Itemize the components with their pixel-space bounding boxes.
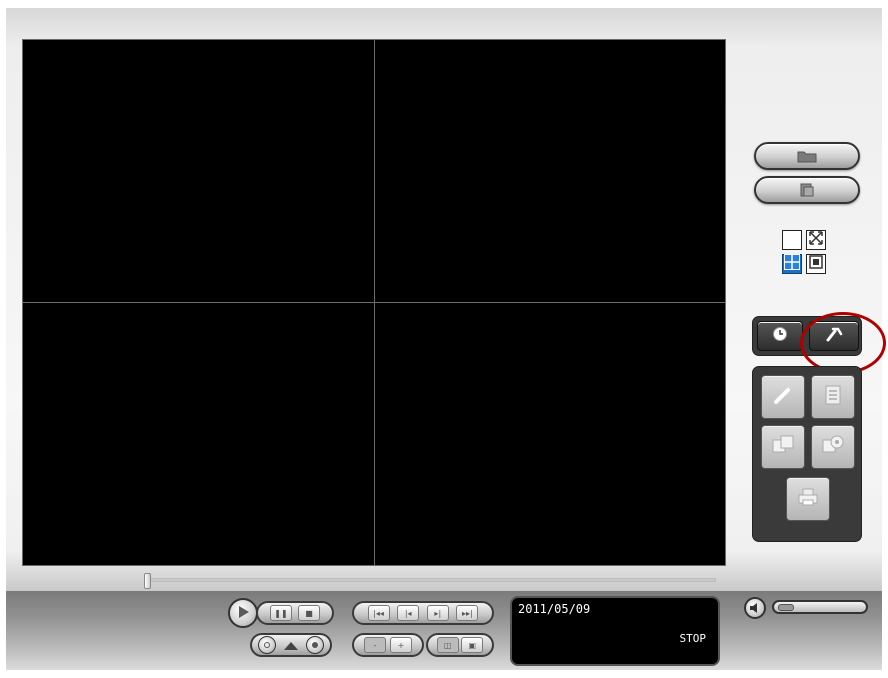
open-folder-button[interactable] — [754, 142, 860, 170]
single-view-button[interactable] — [782, 230, 802, 250]
video-grid — [22, 39, 726, 566]
prev-icon: |◂ — [404, 608, 412, 618]
pause-icon: ❚❚ — [274, 608, 288, 618]
video-cell-2[interactable] — [374, 40, 725, 303]
mute-button[interactable] — [744, 597, 766, 619]
grid-divider-horizontal — [23, 302, 725, 303]
disk-icon — [821, 434, 845, 460]
fast-button[interactable] — [306, 636, 324, 654]
fit-icon — [808, 254, 824, 274]
first-icon: |◂◂ — [373, 608, 384, 618]
print-button[interactable] — [786, 477, 830, 521]
slow-button[interactable] — [258, 636, 276, 654]
folder-icon — [797, 149, 817, 163]
pause-button[interactable]: ❚❚ — [270, 605, 292, 621]
stop-button[interactable]: ■ — [298, 605, 320, 621]
list-button[interactable] — [811, 375, 855, 419]
volume-thumb[interactable] — [778, 604, 794, 611]
seek-track[interactable] — [146, 578, 716, 582]
status-state: STOP — [679, 632, 707, 645]
quad-view-button[interactable] — [782, 254, 802, 274]
status-display: 2011/05/09 STOP — [510, 596, 720, 666]
save-button[interactable] — [761, 425, 805, 469]
zoom-in-button[interactable]: + — [390, 637, 412, 653]
circle-icon — [264, 642, 270, 648]
camera-icon: ◫ — [443, 640, 452, 650]
speaker-icon — [749, 599, 761, 618]
stop-icon: ■ — [305, 608, 313, 618]
clock-icon — [772, 326, 788, 346]
list-icon — [824, 384, 842, 410]
minus-label: - — [373, 640, 377, 650]
fullscreen-icon — [808, 230, 824, 250]
app-window: ❚❚ ■ |◂◂ |◂ ▸| ▸▸| - + ◫ ▣ 2011/05/09 ST… — [6, 8, 886, 670]
last-button[interactable]: ▸▸| — [456, 605, 479, 621]
tools-panel — [752, 366, 862, 542]
frame-nav-group: |◂◂ |◂ ▸| ▸▸| — [352, 601, 494, 625]
export-button[interactable] — [754, 176, 860, 204]
print-icon — [797, 487, 819, 511]
save-icon — [771, 434, 795, 460]
fit-view-button[interactable] — [806, 254, 826, 274]
zoom-group: - + — [352, 633, 424, 657]
next-frame-button[interactable]: ▸| — [426, 605, 449, 621]
snapshot-button[interactable]: ◫ — [436, 637, 459, 653]
export-icon — [798, 182, 816, 198]
video-cell-1[interactable] — [23, 40, 374, 303]
dot-icon — [312, 642, 318, 648]
video-cell-4[interactable] — [374, 303, 725, 566]
full-screen-button[interactable] — [806, 230, 826, 250]
save-alt-button[interactable] — [811, 425, 855, 469]
first-button[interactable]: |◂◂ — [367, 605, 390, 621]
quad-icon — [784, 254, 800, 274]
pen-icon — [772, 384, 794, 410]
zoom-out-button[interactable]: - — [364, 637, 386, 653]
prev-frame-button[interactable]: |◂ — [397, 605, 420, 621]
play-button[interactable] — [228, 598, 258, 628]
record-button[interactable]: ▣ — [461, 637, 484, 653]
schedule-button[interactable] — [757, 321, 803, 351]
pause-stop-group: ❚❚ ■ — [256, 601, 334, 625]
status-date: 2011/05/09 — [518, 602, 591, 616]
snapshot-group: ◫ ▣ — [426, 633, 494, 657]
next-icon: ▸| — [434, 608, 442, 618]
highlight-circle — [800, 312, 886, 374]
eject-icon — [283, 636, 299, 655]
volume-slider[interactable] — [772, 600, 868, 614]
last-icon: ▸▸| — [462, 608, 473, 618]
video-cell-3[interactable] — [23, 303, 374, 566]
speed-group — [250, 633, 332, 657]
plus-label: + — [397, 640, 405, 650]
edit-button[interactable] — [761, 375, 805, 419]
record-icon: ▣ — [468, 640, 477, 650]
seek-thumb[interactable] — [144, 573, 151, 589]
play-icon — [236, 604, 250, 623]
